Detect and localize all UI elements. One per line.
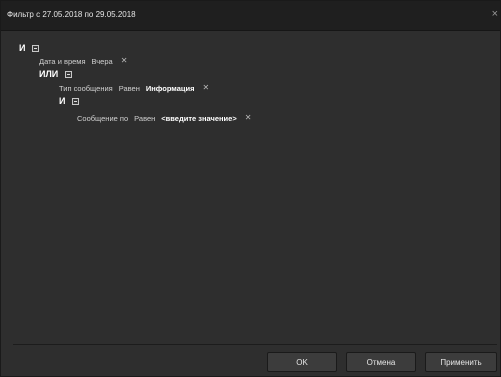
condition-value[interactable]: Информация	[146, 84, 195, 93]
condition-comparison[interactable]: Равен	[119, 84, 140, 93]
cancel-button[interactable]: Отмена	[346, 352, 416, 372]
or-operator[interactable]: ИЛИ	[39, 69, 58, 79]
remove-condition-icon[interactable]: ✕	[203, 84, 210, 92]
condition-value[interactable]: Вчера	[92, 57, 113, 66]
filter-dialog: Фильтр с 27.05.2018 по 29.05.2018 × И Да…	[0, 0, 501, 377]
condition-field[interactable]: Тип сообщения	[59, 84, 113, 93]
and-operator[interactable]: И	[59, 96, 65, 106]
remove-condition-icon[interactable]: ✕	[121, 57, 128, 65]
condition-row: Тип сообщения Равен Информация ✕	[59, 82, 209, 94]
remove-condition-icon[interactable]: ✕	[245, 114, 252, 122]
condition-comparison[interactable]: Равен	[134, 114, 155, 123]
apply-button[interactable]: Применить	[425, 352, 497, 372]
ok-button[interactable]: OK	[267, 352, 337, 372]
root-operator[interactable]: И	[19, 43, 25, 53]
title-bar: Фильтр с 27.05.2018 по 29.05.2018 ×	[1, 1, 500, 31]
collapse-icon[interactable]	[72, 97, 80, 105]
footer-divider	[13, 344, 497, 345]
or-group: ИЛИ	[39, 68, 73, 80]
condition-field[interactable]: Сообщение по	[77, 114, 128, 123]
condition-row: Сообщение по Равен <введите значение> ✕	[77, 112, 251, 124]
condition-field[interactable]: Дата и время	[39, 57, 86, 66]
close-icon[interactable]: ×	[492, 9, 498, 20]
filter-tree: И Дата и время Вчера ✕ ИЛИ Тип сообщения…	[13, 37, 497, 342]
collapse-icon[interactable]	[32, 44, 40, 52]
condition-row: Дата и время Вчера ✕	[39, 55, 127, 67]
root-and-group: И	[19, 42, 40, 54]
dialog-title: Фильтр с 27.05.2018 по 29.05.2018	[7, 10, 136, 19]
and-group: И	[59, 95, 80, 107]
condition-value-input[interactable]: <введите значение>	[161, 114, 236, 123]
collapse-icon[interactable]	[65, 70, 73, 78]
